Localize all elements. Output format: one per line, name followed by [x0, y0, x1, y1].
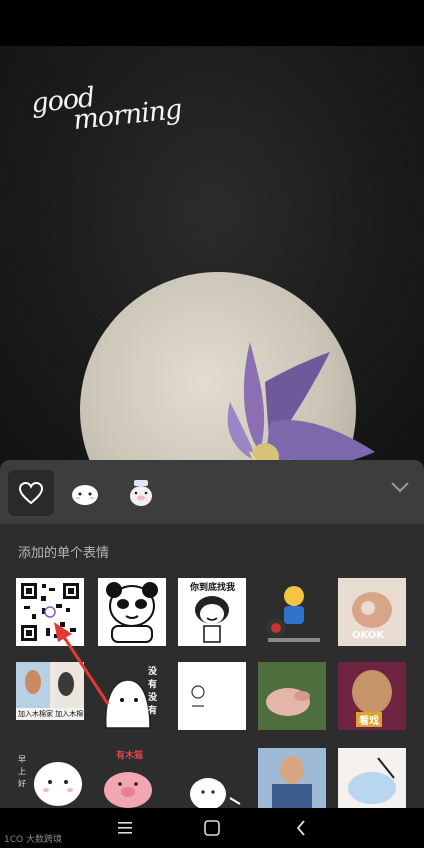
sticker-caption: 没有没有	[148, 667, 158, 716]
sticker-caption: 早上好	[18, 755, 26, 788]
sticker-fluffy-cat[interactable]: 早上好	[16, 748, 84, 808]
tab-pig-pack[interactable]	[118, 470, 164, 516]
tab-bear-pack[interactable]	[62, 470, 108, 516]
sticker-caption: 有木猫	[116, 751, 144, 761]
greeting-text: good morning	[30, 72, 199, 178]
watermark-text: 1CO 大数跨境	[4, 835, 62, 845]
home-icon	[204, 820, 220, 836]
sticker-caption: 你到底找我	[190, 583, 236, 593]
cartoon-figure-image	[266, 586, 320, 642]
sticker-caption: 加入木棉家 加入木棉妖!	[18, 710, 84, 718]
food-photo-image	[258, 662, 326, 730]
menu-button[interactable]	[110, 814, 140, 842]
heart-icon	[18, 481, 44, 505]
emoji-panel: 添加的单个表情 你到底找我 OKOK 加入木棉家 加入木棉 没有没有 看戏 早上…	[0, 460, 424, 808]
tab-favorites[interactable]	[8, 470, 54, 516]
annotation-arrow	[54, 622, 110, 705]
pig-icon	[130, 480, 152, 506]
sticker-anime-girl[interactable]	[338, 748, 406, 808]
home-button[interactable]	[197, 814, 227, 842]
doodle-image	[191, 685, 205, 707]
sticker-small-doodle[interactable]	[178, 662, 246, 730]
sticker-pig-meat[interactable]	[258, 662, 326, 730]
emoji-tab-bar	[0, 460, 424, 524]
round-face-image	[190, 778, 241, 808]
lotus-flower-image	[227, 342, 375, 466]
sticker-man-sad[interactable]: 看戏	[338, 662, 406, 730]
section-title: 添加的单个表情	[18, 546, 110, 561]
background-photo: good morning	[0, 46, 424, 466]
bear-icon	[72, 485, 98, 505]
police-photo-image	[258, 748, 326, 808]
sticker-pink-pig[interactable]: 有木猫	[98, 748, 166, 808]
sticker-round-face[interactable]	[178, 748, 246, 808]
sticker-police-photo[interactable]	[258, 748, 326, 808]
sticker-panda-cartoon[interactable]	[258, 578, 326, 646]
sticker-panda-find[interactable]: 你到底找我	[178, 578, 246, 646]
status-bar	[0, 0, 424, 46]
sticker-caption: OKOK	[352, 630, 385, 641]
back-icon	[296, 820, 305, 836]
back-button[interactable]	[286, 814, 316, 842]
navigation-bar	[0, 808, 424, 848]
anime-girl-image	[338, 748, 406, 808]
menu-icon	[118, 822, 132, 834]
sticker-ok-hand[interactable]: OKOK	[338, 578, 406, 646]
sticker-caption: 看戏	[356, 712, 382, 727]
chevron-down-icon[interactable]	[390, 480, 410, 494]
